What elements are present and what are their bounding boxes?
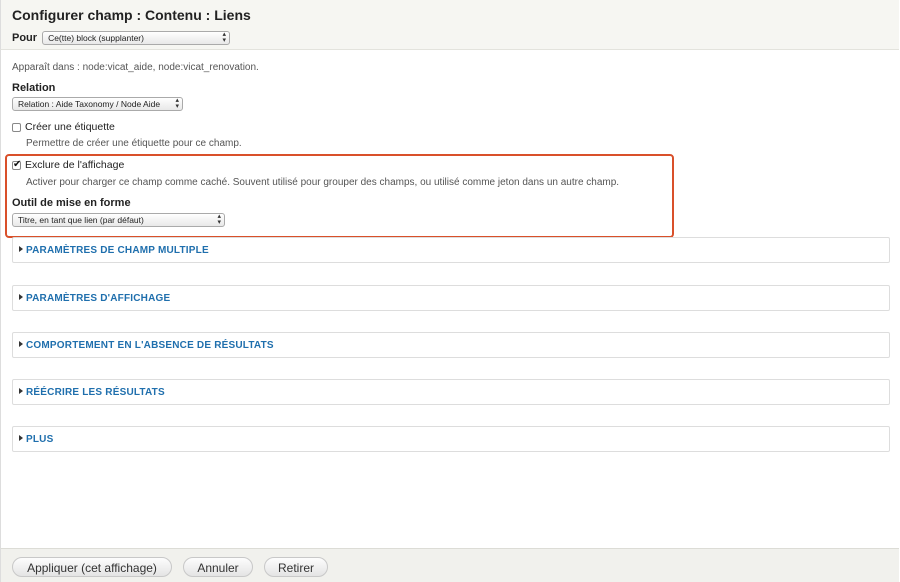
- exclude-description: Activer pour charger ce champ comme cach…: [26, 177, 620, 188]
- formatter-label: Outil de mise en forme: [12, 197, 131, 209]
- fieldset-no-results[interactable]: COMPORTEMENT EN L'ABSENCE DE RÉSULTATS: [12, 332, 890, 358]
- dialog-header: Configurer champ : Contenu : Liens Pour …: [0, 0, 899, 50]
- triangle-right-icon: [19, 246, 23, 252]
- apply-button[interactable]: Appliquer (cet affichage): [12, 557, 172, 577]
- create-label-checkbox[interactable]: [12, 122, 21, 132]
- dialog-title: Configurer champ : Contenu : Liens: [12, 7, 251, 23]
- for-row: Pour Ce(tte) block (supplanter) ▴ ▾: [12, 31, 231, 45]
- cancel-button[interactable]: Annuler: [183, 557, 253, 577]
- relation-select[interactable]: Relation : Aide Taxonomy / Node Aide ▴ ▾: [12, 97, 183, 111]
- fieldset-label[interactable]: PARAMÈTRES D'AFFICHAGE: [26, 293, 170, 304]
- exclude-row: Exclure de l'affichage: [12, 159, 124, 171]
- exclude-text[interactable]: Exclure de l'affichage: [25, 159, 124, 171]
- dialog-content: Apparaît dans : node:vicat_aide, node:vi…: [0, 50, 899, 548]
- create-label-description: Permettre de créer une étiquette pour ce…: [26, 138, 242, 149]
- select-arrows-icon: ▴ ▾: [175, 97, 179, 110]
- fieldset-label[interactable]: COMPORTEMENT EN L'ABSENCE DE RÉSULTATS: [26, 340, 274, 351]
- fieldset-label[interactable]: PLUS: [26, 434, 53, 445]
- fieldset-label[interactable]: PARAMÈTRES DE CHAMP MULTIPLE: [26, 245, 209, 256]
- dialog-footer: Appliquer (cet affichage) Annuler Retire…: [0, 548, 899, 582]
- for-select-value: Ce(tte) block (supplanter): [48, 33, 144, 43]
- triangle-right-icon: [19, 341, 23, 347]
- formatter-select[interactable]: Titre, en tant que lien (par défaut) ▴ ▾: [12, 213, 225, 227]
- fieldset-label[interactable]: RÉÉCRIRE LES RÉSULTATS: [26, 387, 165, 398]
- select-arrows-icon: ▴ ▾: [217, 213, 221, 226]
- formatter-select-value: Titre, en tant que lien (par défaut): [18, 215, 144, 225]
- fieldset-more[interactable]: PLUS: [12, 426, 890, 452]
- remove-button[interactable]: Retirer: [264, 557, 328, 577]
- create-label-row: Créer une étiquette: [12, 121, 115, 133]
- for-label: Pour: [12, 32, 38, 44]
- fieldset-rewrite-results[interactable]: RÉÉCRIRE LES RÉSULTATS: [12, 379, 890, 405]
- for-select[interactable]: Ce(tte) block (supplanter) ▴ ▾: [42, 31, 231, 45]
- triangle-right-icon: [19, 435, 23, 441]
- relation-label: Relation: [12, 82, 56, 94]
- exclude-checkbox[interactable]: [12, 159, 21, 170]
- fieldset-display-settings[interactable]: PARAMÈTRES D'AFFICHAGE: [12, 285, 890, 311]
- appears-in-text: Apparaît dans : node:vicat_aide, node:vi…: [12, 62, 259, 73]
- triangle-right-icon: [19, 388, 23, 394]
- select-arrows-icon: ▴ ▾: [222, 31, 227, 44]
- fieldset-multiple-field[interactable]: PARAMÈTRES DE CHAMP MULTIPLE: [12, 237, 890, 263]
- create-label-text[interactable]: Créer une étiquette: [25, 121, 115, 133]
- relation-select-value: Relation : Aide Taxonomy / Node Aide: [18, 99, 161, 109]
- triangle-right-icon: [19, 294, 23, 300]
